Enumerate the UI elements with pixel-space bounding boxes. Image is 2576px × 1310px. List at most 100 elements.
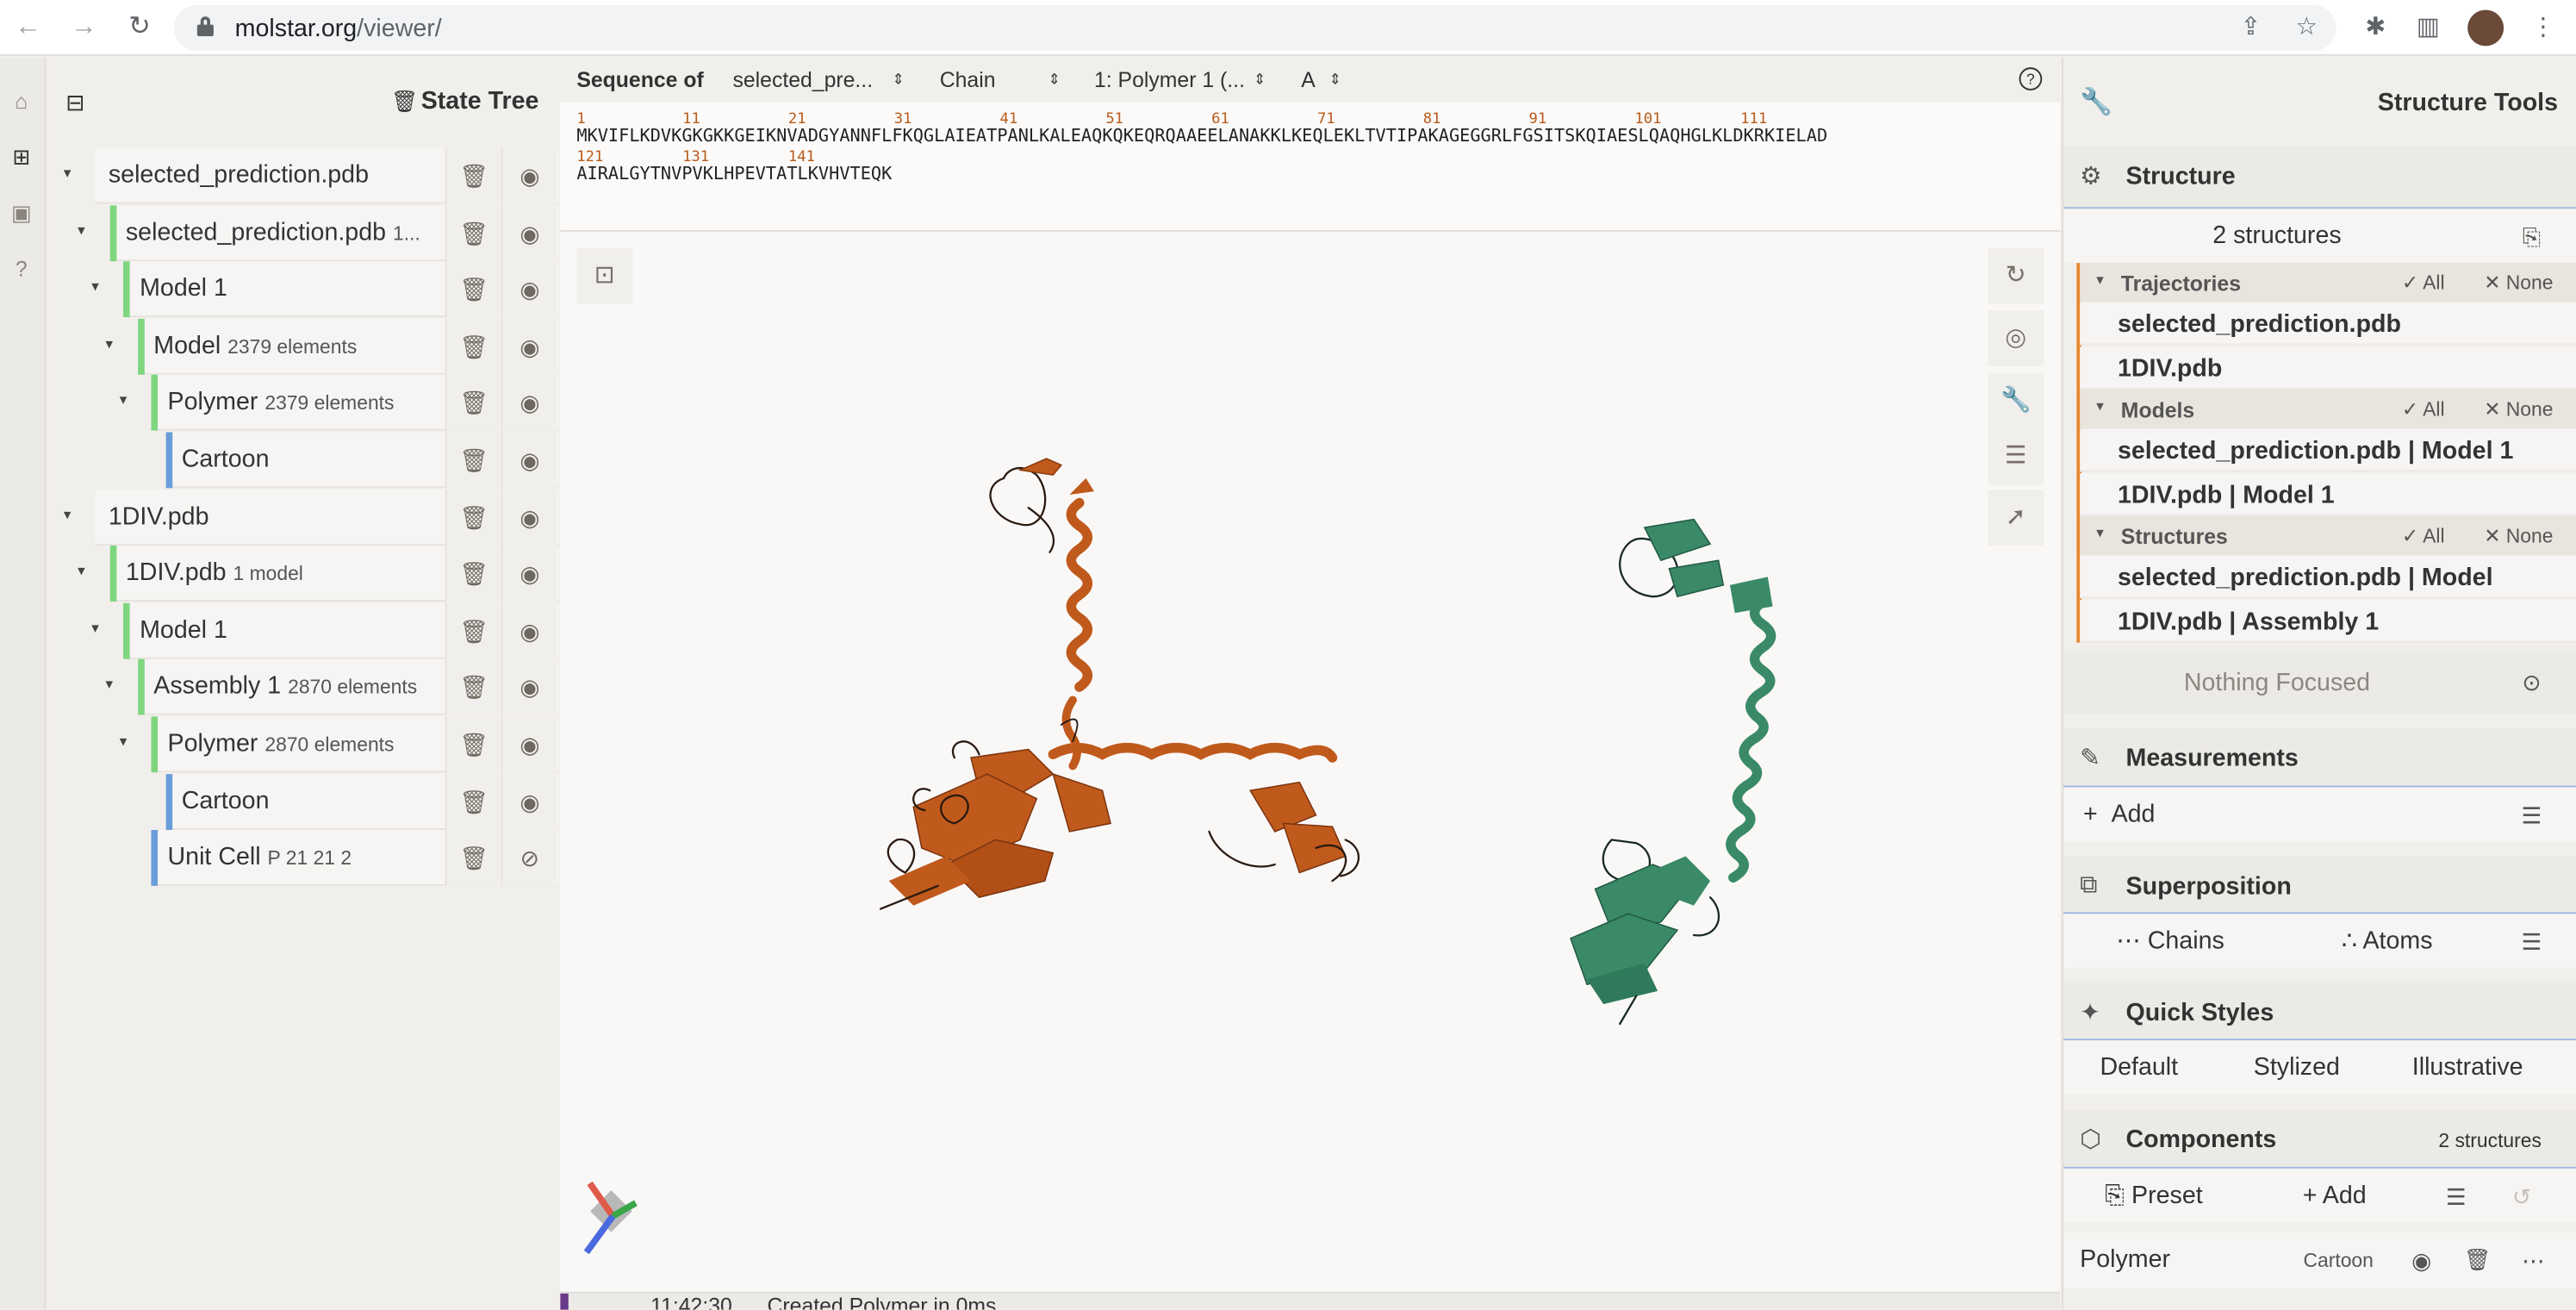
eye-icon[interactable]: ◉ — [501, 204, 557, 261]
bookmark-star-icon[interactable]: ☆ — [2290, 11, 2323, 44]
trash-icon[interactable]: 🗑 — [445, 546, 501, 602]
state-tree-row[interactable]: ▾ selected_prediction.pdb 🗑 ◉ — [64, 147, 559, 204]
clear-tree-icon[interactable]: 🗑 — [391, 89, 418, 115]
save-icon[interactable]: ▣ — [7, 199, 36, 228]
select-all-button[interactable]: ✓ All — [2402, 524, 2445, 547]
trash-icon[interactable]: 🗑 — [445, 489, 501, 546]
trash-icon[interactable]: 🗑 — [445, 318, 501, 375]
mode-select[interactable]: Chain ⇕ — [940, 67, 1061, 92]
sequence-line-2[interactable]: AIRALGYTNVPVKLHPEVTATLKVHVTEQK — [576, 165, 892, 184]
superposition-section-header[interactable]: ⧉ Superposition — [2063, 856, 2576, 918]
trash-icon[interactable]: 🗑 — [445, 375, 501, 432]
side-panel-icon[interactable]: ▥ — [2411, 11, 2444, 44]
eye-icon[interactable]: ◉ — [501, 602, 557, 659]
component-history-icon[interactable]: ↺ — [2494, 1169, 2550, 1225]
caret-down-icon[interactable]: ▾ — [101, 335, 117, 353]
caret-down-icon[interactable]: ▾ — [59, 506, 76, 524]
3d-viewport[interactable]: ⊡ ↻ ◎ 🔧 ☰ ➚ — [560, 231, 2061, 1292]
superposition-options-icon[interactable]: ☰ — [2504, 914, 2560, 970]
caret-down-icon[interactable]: ▾ — [73, 563, 90, 581]
component-representation[interactable]: Cartoon — [2303, 1249, 2373, 1272]
add-component-button[interactable]: + Add — [2244, 1169, 2425, 1225]
caret-down-icon[interactable]: ▾ — [73, 221, 90, 240]
caret-down-icon[interactable]: ▾ — [115, 392, 131, 410]
component-options-icon[interactable]: ☰ — [2428, 1169, 2484, 1225]
preset-button[interactable]: ⎘ Preset — [2063, 1169, 2244, 1225]
back-icon[interactable]: ← — [13, 13, 42, 42]
state-tree-row[interactable]: ▾ 1DIV.pdb 🗑 ◉ — [64, 489, 559, 546]
state-tree-icon[interactable]: ⊞ — [7, 143, 36, 172]
eye-icon[interactable]: ◉ — [501, 147, 557, 204]
browser-menu-icon[interactable]: ⋮ — [2527, 11, 2560, 44]
eye-icon[interactable]: ◉ — [501, 261, 557, 318]
state-tree-row[interactable]: ▾ Model 1 🗑 ◉ — [91, 602, 559, 659]
select-all-button[interactable]: ✓ All — [2402, 397, 2445, 421]
structure-group-header[interactable]: ▾ Trajectories ✓ All ✕ None — [2080, 263, 2576, 303]
trash-icon[interactable]: 🗑 — [445, 602, 501, 659]
trash-icon[interactable]: 🗑 — [445, 432, 501, 489]
structure-count-row[interactable]: 2 structures ⎘ — [2063, 207, 2576, 265]
caret-down-icon[interactable]: ▾ — [115, 733, 131, 751]
quick-styles-section-header[interactable]: ✦ Quick Styles — [2063, 982, 2576, 1044]
trash-icon[interactable]: 🗑 — [2458, 1232, 2498, 1288]
structure-group-header[interactable]: ▾ Structures ✓ All ✕ None — [2080, 515, 2576, 556]
entity-select[interactable]: 1: Polymer 1 (... ⇕ — [1094, 67, 1266, 92]
structure-group-item[interactable]: selected_prediction.pdb | Model — [2080, 555, 2576, 599]
state-tree-row[interactable]: Cartoon 🗑 ◉ — [165, 432, 559, 489]
eye-icon[interactable]: ◉ — [501, 489, 557, 546]
trash-icon[interactable]: 🗑 — [445, 773, 501, 830]
reload-icon[interactable]: ↻ — [125, 13, 154, 42]
select-all-button[interactable]: ✓ All — [2402, 271, 2445, 295]
profile-avatar[interactable] — [2467, 9, 2504, 47]
eye-icon[interactable]: ◉ — [501, 716, 557, 773]
measurement-options-icon[interactable]: ☰ — [2504, 787, 2560, 843]
state-tree-row[interactable]: ▾ 1DIV.pdb 1 model 🗑 ◉ — [78, 546, 559, 602]
structure-group-item[interactable]: selected_prediction.pdb | Model 1 — [2080, 428, 2576, 472]
focus-target-icon[interactable]: ⊙ — [2504, 652, 2560, 714]
state-tree-row[interactable]: ▾ Polymer 2870 elements 🗑 ◉ — [120, 716, 559, 773]
home-icon[interactable]: ⌂ — [7, 87, 36, 116]
default-style-button[interactable]: Default — [2063, 1040, 2214, 1096]
select-none-button[interactable]: ✕ None — [2484, 524, 2553, 547]
share-icon[interactable]: ⇪ — [2234, 11, 2267, 44]
chains-button[interactable]: ⋯ Chains — [2063, 914, 2277, 970]
structure-section-header[interactable]: ⚙ Structure — [2063, 146, 2576, 208]
trash-icon[interactable]: 🗑 — [445, 261, 501, 318]
caret-down-icon[interactable]: ▾ — [2096, 271, 2104, 290]
structure-group-item[interactable]: selected_prediction.pdb — [2080, 302, 2576, 346]
state-tree-row[interactable]: ▾ Assembly 1 2870 elements 🗑 ◉ — [105, 659, 559, 716]
structure-bookmark-icon[interactable]: ⎘ — [2504, 209, 2560, 265]
components-section-header[interactable]: ⬡ Components 2 structures — [2063, 1109, 2576, 1170]
caret-down-icon[interactable]: ▾ — [87, 278, 103, 296]
chain-select[interactable]: A ⇕ — [1301, 67, 1341, 92]
eye-icon[interactable]: ◉ — [2402, 1232, 2442, 1288]
eye-icon[interactable]: ◉ — [501, 546, 557, 602]
eye-icon[interactable]: ◉ — [501, 659, 557, 716]
illustrative-style-button[interactable]: Illustrative — [2379, 1040, 2556, 1096]
trash-icon[interactable]: 🗑 — [445, 716, 501, 773]
structure-group-item[interactable]: 1DIV.pdb | Model 1 — [2080, 472, 2576, 515]
structure-group-item[interactable]: 1DIV.pdb | Assembly 1 — [2080, 599, 2576, 642]
eye-icon[interactable]: ◉ — [501, 375, 557, 432]
eye-icon[interactable]: ◉ — [501, 432, 557, 489]
help-icon[interactable]: ? — [7, 255, 36, 284]
add-measurement-button[interactable]: + Add — [2083, 801, 2156, 828]
trash-icon[interactable]: 🗑 — [445, 204, 501, 261]
state-tree-row[interactable]: ▾ Model 2379 elements 🗑 ◉ — [105, 318, 559, 375]
component-item[interactable]: Polymer Cartoon ◉ 🗑 ⋯ — [2063, 1232, 2576, 1289]
trash-icon[interactable]: 🗑 — [445, 830, 501, 887]
help-icon[interactable]: ? — [2019, 67, 2043, 90]
sequence-line-1[interactable]: MKVIFLKDVKGKGKKGEIKNVADGYANNFLFKQGLAIEAT… — [576, 127, 1827, 147]
caret-down-icon[interactable]: ▾ — [101, 676, 117, 694]
structure-select[interactable]: selected_pre... ⇕ — [732, 67, 904, 92]
state-tree-row[interactable]: ▾ Model 1 🗑 ◉ — [91, 261, 559, 318]
eye-off-icon[interactable]: ⊘ — [501, 830, 557, 887]
state-tree-row[interactable]: ▾ selected_prediction.pdb 1... 🗑 ◉ — [78, 204, 559, 261]
caret-down-icon[interactable]: ▾ — [2096, 524, 2104, 542]
structure-group-item[interactable]: 1DIV.pdb — [2080, 346, 2576, 389]
select-none-button[interactable]: ✕ None — [2484, 397, 2553, 421]
state-tree-row[interactable]: ▾ Polymer 2379 elements 🗑 ◉ — [120, 375, 559, 432]
caret-down-icon[interactable]: ▾ — [87, 620, 103, 638]
select-none-button[interactable]: ✕ None — [2484, 271, 2553, 295]
tree-toggle-icon[interactable]: ⊟ — [65, 89, 84, 116]
